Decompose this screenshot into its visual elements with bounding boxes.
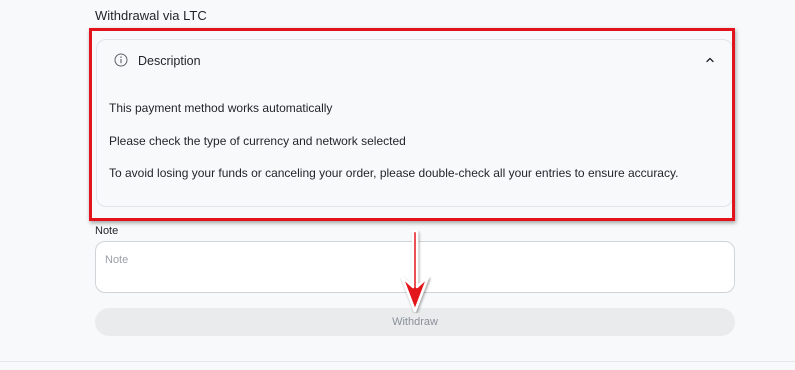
description-line: Please check the type of currency and ne…	[109, 134, 406, 148]
note-label: Note	[95, 225, 119, 237]
info-icon	[114, 53, 128, 67]
divider	[0, 361, 795, 362]
page-title: Withdrawal via LTC	[95, 8, 207, 23]
description-title: Description	[138, 54, 201, 68]
withdraw-button[interactable]: Withdraw	[95, 308, 735, 336]
description-header[interactable]: Description	[97, 40, 732, 82]
chevron-up-icon[interactable]	[704, 54, 716, 66]
description-panel: Description This payment method works au…	[96, 39, 733, 207]
note-field[interactable]	[95, 241, 735, 293]
description-line: To avoid losing your funds or canceling …	[109, 166, 679, 180]
description-line: This payment method works automatically	[109, 101, 333, 115]
